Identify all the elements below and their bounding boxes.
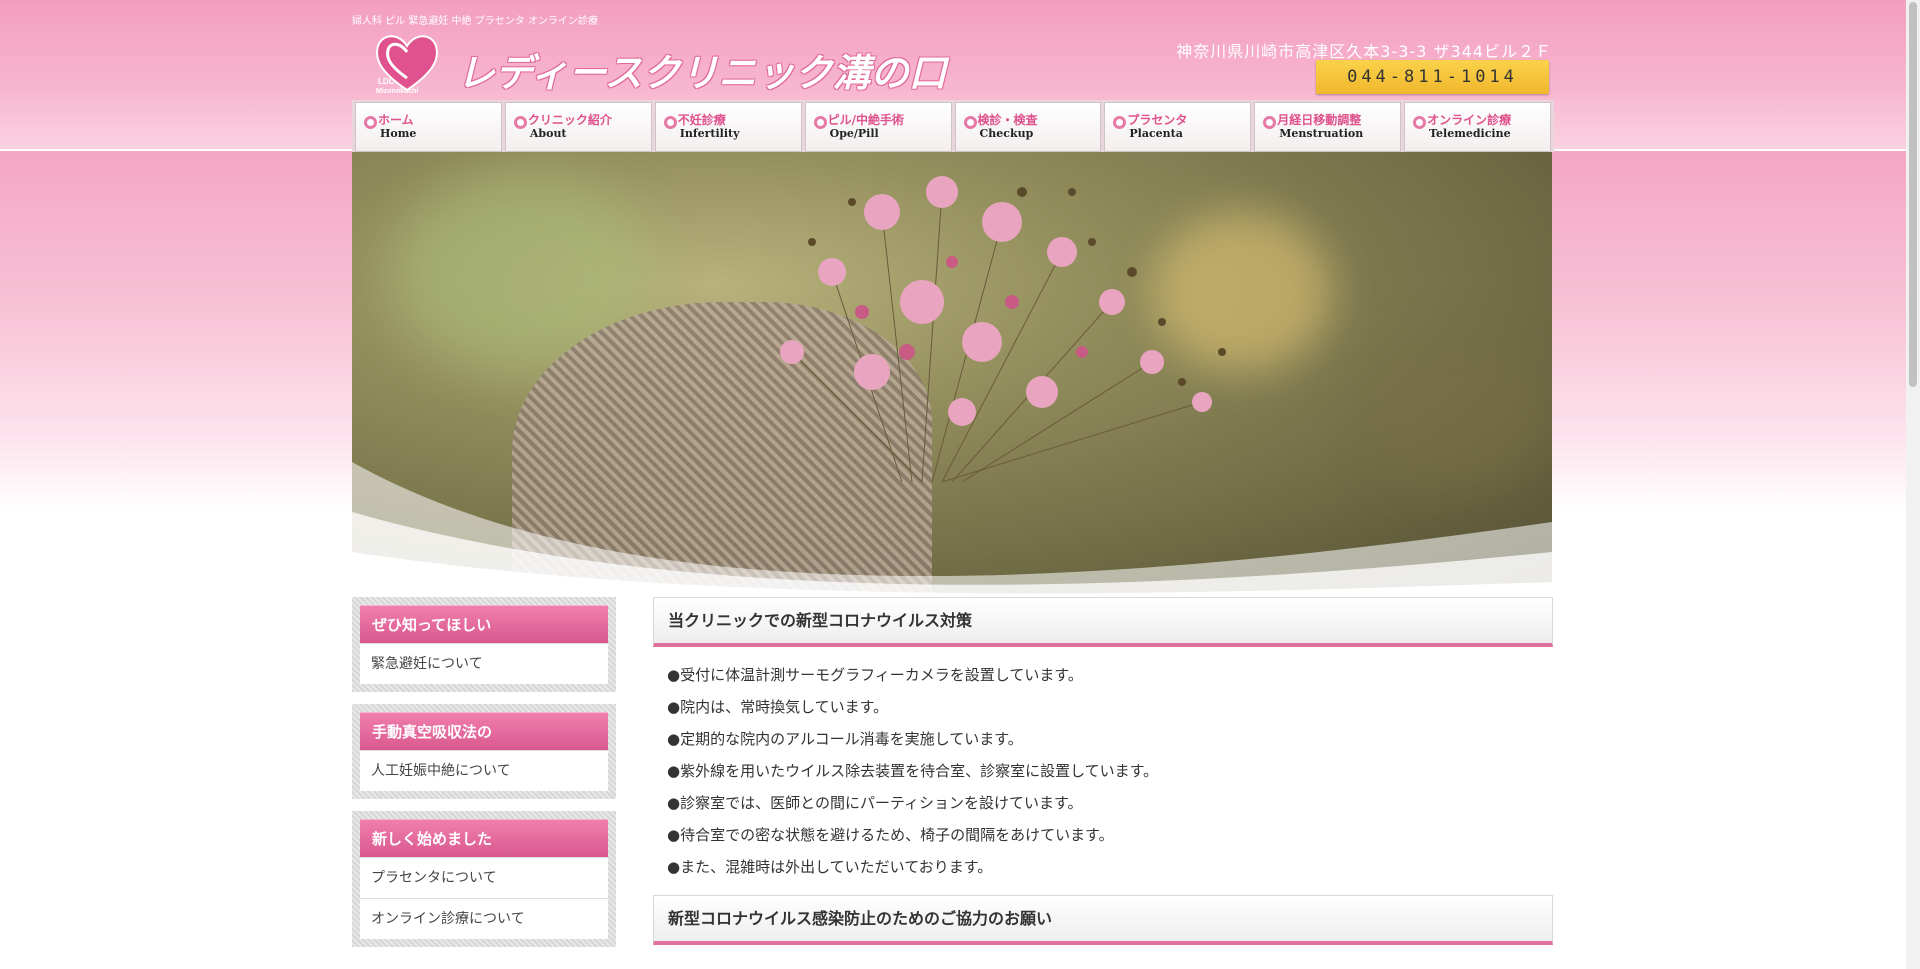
nav-circle-icon [963,116,977,129]
list-item: ●待合室での密な状態を避けるため、椅子の間隔をあけています。 [667,826,1114,844]
sidebar-box: 新しく始めました プラセンタについて オンライン診療について [352,811,616,947]
nav-item-about[interactable]: クリニック紹介 About [504,102,652,152]
main-content: 当クリニックでの新型コロナウイルス対策 ●受付に体温計測サーモグラフィーカメラを… [653,597,1553,945]
nav-label-jp: ホーム [378,113,414,127]
sidebar-link-online[interactable]: オンライン診療について [360,898,608,939]
hero-wave [352,462,1552,597]
nav-circle-icon [1413,116,1427,129]
nav-item-menstruation[interactable]: 月経日移動調整 Menstruation [1254,102,1402,152]
nav-label-en: Home [380,127,417,140]
page-scrollbar[interactable] [1906,0,1920,969]
header-tagline: 婦人科 ピル 緊急避妊 中絶 プラセンタ オンライン診療 [352,16,598,27]
sidebar-box-title: 新しく始めました [360,819,608,857]
nav-label-jp: オンライン診療 [1427,113,1512,127]
nav-circle-icon [663,116,677,129]
nav-circle-icon [1113,116,1127,129]
sidebar: ぜひ知ってほしい 緊急避妊について 手動真空吸収法の 人工妊娠中絶について 新し… [352,597,616,959]
section-title: 当クリニックでの新型コロナウイルス対策 [653,597,1553,647]
nav-label-jp: プラセンタ [1127,113,1188,127]
sidebar-box: 手動真空吸収法の 人工妊娠中絶について [352,704,616,799]
list-item: ●定期的な院内のアルコール消毒を実施しています。 [667,730,1023,748]
list-item: ●診察室では、医師との間にパーティションを設けています。 [667,794,1083,812]
nav-item-placenta[interactable]: プラセンタ Placenta [1104,102,1252,152]
sidebar-box-title: ぜひ知ってほしい [360,605,608,643]
nav-label-en: Ope/Pill [829,127,879,140]
list-item: ●紫外線を用いたウイルス除去装置を待合室、診察室に設置しています。 [667,762,1159,780]
sidebar-link-placenta[interactable]: プラセンタについて [360,857,608,898]
nav-label-en: Placenta [1129,127,1183,140]
nav-label-en: Infertility [679,127,740,140]
sidebar-box: ぜひ知ってほしい 緊急避妊について [352,597,616,692]
nav-label-en: Menstruation [1279,127,1364,140]
clinic-address: 神奈川県川崎市高津区久本3-3-3 ザ344ビル２Ｆ [1176,42,1552,61]
hero-image [352,152,1552,597]
nav-label-en: Checkup [979,127,1034,140]
nav-label-en: Telemedicine [1429,127,1511,140]
sidebar-link-abortion[interactable]: 人工妊娠中絶について [360,750,608,791]
phone-number[interactable]: 044-811-1014 [1316,60,1549,94]
nav-label-en: About [529,127,567,140]
heart-logo-icon[interactable]: LDC Mizonokuchi [372,28,442,96]
list-item: ●また、混雑時は外出していただいております。 [667,858,993,876]
clinic-name-logo[interactable]: レディースクリニック溝の口 [457,42,946,97]
scrollbar-thumb[interactable] [1909,2,1917,387]
nav-label-jp: 月経日移動調整 [1277,113,1362,127]
sidebar-link-emergency-contraception[interactable]: 緊急避妊について [360,643,608,684]
nav-circle-icon [364,116,377,129]
nav-label-jp: 不妊診療 [677,113,726,127]
nav-circle-icon [1263,116,1277,129]
nav-item-home[interactable]: ホーム Home [355,102,502,152]
sidebar-box-title: 手動真空吸収法の [360,712,608,750]
covid-measures-list: ●受付に体温計測サーモグラフィーカメラを設置しています。 ●院内は、常時換気して… [653,647,1553,891]
nav-label-jp: ピル/中絶手術 [827,113,905,127]
nav-label-jp: クリニック紹介 [527,113,612,127]
logo-abbr: LDC [378,77,395,86]
section-title: 新型コロナウイルス感染防止のためのご協力のお願い [653,895,1553,945]
nav-item-ope-pill[interactable]: ピル/中絶手術 Ope/Pill [804,102,952,152]
nav-circle-icon [513,116,527,129]
list-item: ●受付に体温計測サーモグラフィーカメラを設置しています。 [667,666,1083,684]
logo-sub: Mizonokuchi [376,88,418,95]
list-item: ●院内は、常時換気しています。 [667,698,889,716]
main-nav: ホーム Home クリニック紹介 About 不妊診療 Infertility … [352,100,1554,152]
nav-item-telemedicine[interactable]: オンライン診療 Telemedicine [1404,102,1551,152]
nav-item-checkup[interactable]: 検診・検査 Checkup [954,102,1102,152]
nav-label-jp: 検診・検査 [977,113,1038,127]
page-container: 婦人科 ピル 緊急避妊 中絶 プラセンタ オンライン診療 LDC Mizonok… [352,0,1554,969]
nav-circle-icon [813,116,827,129]
nav-item-infertility[interactable]: 不妊診療 Infertility [654,102,802,152]
